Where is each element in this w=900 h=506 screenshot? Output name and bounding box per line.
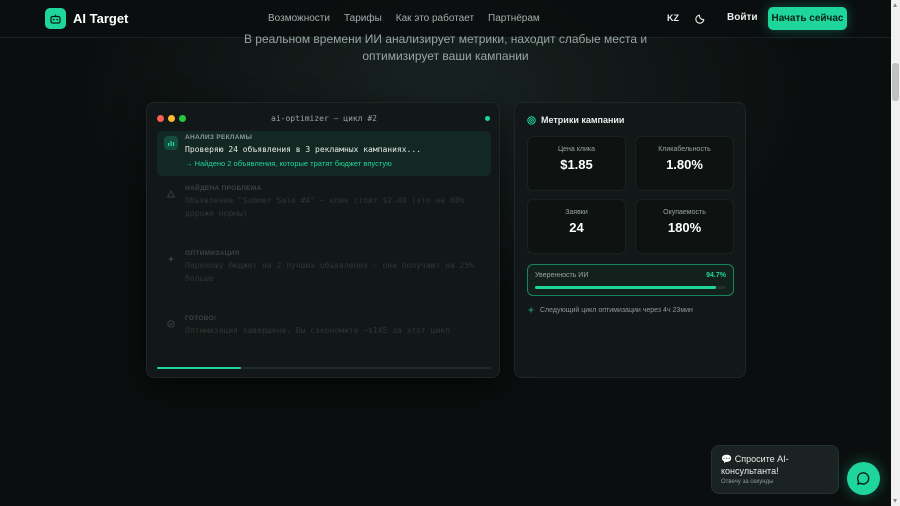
- main-nav: Возможности Тарифы Как это работает Парт…: [268, 13, 540, 24]
- metric-label: Окупаемость: [663, 209, 706, 216]
- page-scrollbar[interactable]: [891, 0, 900, 506]
- step-text: Проверяю 24 объявления в 3 рекламных кам…: [185, 145, 422, 154]
- login-button[interactable]: Войти: [727, 12, 758, 23]
- step-text: Объявление "Summer Sale #4" — клик стоит…: [185, 196, 465, 218]
- nav-link-partners[interactable]: Партнёрам: [488, 13, 540, 24]
- next-cycle-text: Следующий цикл оптимизации через 4ч 23ми…: [540, 306, 693, 314]
- target-icon: [527, 115, 536, 125]
- step-ad-analysis: АНАЛИЗ РЕКЛАМЫ Проверяю 24 объявления в …: [157, 131, 491, 176]
- next-cycle-info: Следующий цикл оптимизации через 4ч 23ми…: [527, 306, 693, 314]
- metric-card-roi: Окупаемость 180%: [635, 199, 734, 254]
- step-text: Переношу бюджет на 2 лучших объявления —…: [185, 261, 474, 283]
- confidence-label: Уверенность ИИ: [535, 272, 589, 279]
- scroll-up-arrow-icon[interactable]: [893, 3, 897, 7]
- logo-text: AI Target: [73, 11, 129, 26]
- chat-prompt-title: 💬 Спросите AI-консультанта!: [721, 454, 789, 476]
- warning-icon: [164, 187, 178, 201]
- cycle-progress-fill: [157, 367, 241, 369]
- step-label: НАЙДЕНА ПРОБЛЕМА: [185, 185, 262, 192]
- campaign-metrics-panel: Метрики кампании Цена клика $1.85 Кликаб…: [514, 102, 746, 378]
- metric-value: $1.85: [560, 157, 593, 172]
- sparkle-icon: [164, 252, 178, 266]
- scrollbar-thumb[interactable]: [892, 63, 899, 101]
- sparkle-icon: [527, 306, 535, 314]
- metric-value: 180%: [667, 220, 702, 235]
- robot-icon: [45, 8, 66, 29]
- metric-value: 1.80%: [666, 157, 703, 172]
- step-label: ОПТИМИЗАЦИЯ: [185, 250, 240, 257]
- chat-icon: [857, 472, 870, 485]
- metric-label: Заявки: [565, 209, 588, 216]
- scroll-down-arrow-icon[interactable]: [893, 499, 897, 503]
- metric-label: Кликабельность: [658, 146, 711, 153]
- step-text: Оптимизация завершена. Вы сэкономите ~$1…: [185, 326, 450, 335]
- open-chat-button[interactable]: [847, 462, 880, 495]
- logo[interactable]: AI Target: [45, 8, 128, 29]
- step-result: → Найдено 2 объявления, которые тратят б…: [185, 159, 392, 168]
- step-label: ГОТОВО!: [185, 315, 217, 322]
- nav-link-pricing[interactable]: Тарифы: [344, 13, 382, 24]
- moon-icon[interactable]: [695, 12, 707, 24]
- confidence-bar: [535, 286, 726, 289]
- metric-card-cpc: Цена клика $1.85: [527, 136, 626, 191]
- language-switcher[interactable]: KZ: [667, 13, 679, 23]
- ai-confidence-meter: Уверенность ИИ 94.7%: [527, 264, 734, 296]
- optimizer-terminal: ai-optimizer — цикл #2 АНАЛИЗ РЕКЛАМЫ Пр…: [146, 102, 500, 378]
- step-label: АНАЛИЗ РЕКЛАМЫ: [185, 134, 253, 141]
- metric-card-leads: Заявки 24: [527, 199, 626, 254]
- metric-value: 24: [569, 220, 584, 235]
- metrics-title-text: Метрики кампании: [541, 115, 625, 125]
- nav-link-how-it-works[interactable]: Как это работает: [396, 13, 474, 24]
- confidence-bar-fill: [535, 286, 716, 289]
- metric-label: Цена клика: [557, 146, 596, 153]
- hero-subtitle: В реальном времени ИИ анализирует метрик…: [243, 32, 648, 63]
- cycle-progress-bar: [157, 367, 491, 369]
- confidence-value: 94.7%: [706, 272, 726, 279]
- terminal-title: ai-optimizer — цикл #2: [271, 114, 377, 123]
- chat-prompt-subtitle: Отвечу за секунды: [721, 479, 774, 485]
- nav-link-features[interactable]: Возможности: [268, 13, 330, 24]
- check-circle-icon: [164, 317, 178, 331]
- metrics-title: Метрики кампании: [527, 115, 624, 125]
- chat-prompt-bubble[interactable]: 💬 Спросите AI-консультанта! Отвечу за се…: [711, 445, 839, 494]
- live-status-dot: [485, 116, 490, 121]
- metric-card-ctr: Кликабельность 1.80%: [635, 136, 734, 191]
- start-now-button[interactable]: Начать сейчас: [768, 7, 847, 30]
- chart-icon: [164, 136, 178, 150]
